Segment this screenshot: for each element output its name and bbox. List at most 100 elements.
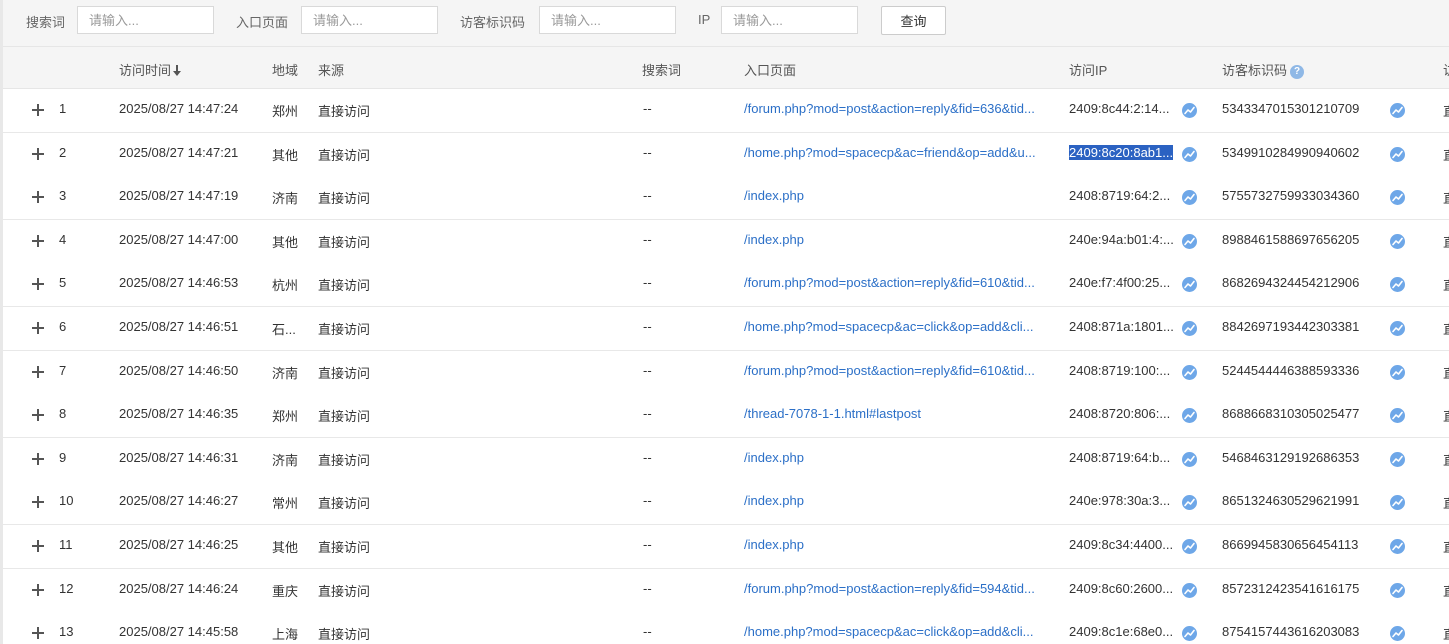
row-index: 11 [59,537,73,552]
trend-chart-icon[interactable] [1182,190,1197,205]
visit-time: 2025/08/27 14:46:35 [119,406,239,421]
entry-page-link[interactable]: /forum.php?mod=post&action=reply&fid=594… [744,581,1035,596]
visit-time: 2025/08/27 14:46:31 [119,450,239,465]
visitor-id: 8651324630529621991 [1222,493,1360,508]
region: 上海 [272,627,299,642]
entry-page-link[interactable]: /index.php [744,188,804,203]
visitor-id-input[interactable] [539,6,676,34]
visit-ip[interactable]: 2409:8c34:4400... [1069,537,1173,552]
trend-chart-icon[interactable] [1182,408,1197,423]
visit-ip[interactable]: 240e:94a:b01:4:... [1069,232,1174,247]
column-header-time[interactable]: 访问时间 [119,60,182,79]
query-button[interactable]: 查询 [881,6,946,35]
plus-icon[interactable] [32,496,44,508]
visit-time: 2025/08/27 14:47:00 [119,232,239,247]
edge-column-text: 直 [1443,275,1449,294]
row-index: 10 [59,493,74,508]
trend-chart-icon[interactable] [1182,583,1197,598]
trend-chart-icon[interactable] [1182,321,1197,336]
trend-chart-icon[interactable] [1390,103,1405,118]
visit-ip[interactable]: 2408:8720:806:... [1069,406,1170,421]
trend-chart-icon[interactable] [1390,365,1405,380]
region: 郑州 [272,409,299,424]
trend-chart-icon[interactable] [1182,234,1197,249]
plus-icon[interactable] [32,540,44,552]
trend-chart-icon[interactable] [1390,408,1405,423]
source: 直接访问 [318,496,371,511]
row-index: 3 [59,188,67,203]
entry-page-link[interactable]: /index.php [744,537,804,552]
trend-chart-icon[interactable] [1182,539,1197,554]
trend-chart-icon[interactable] [1182,452,1197,467]
visit-ip[interactable]: 2408:8719:64:b... [1069,450,1170,465]
ip-input[interactable] [721,6,858,34]
trend-chart-icon[interactable] [1390,147,1405,162]
trend-chart-icon[interactable] [1390,495,1405,510]
source: 直接访问 [318,453,371,468]
trend-chart-icon[interactable] [1390,321,1405,336]
trend-chart-icon[interactable] [1182,147,1197,162]
visit-ip[interactable]: 240e:f7:4f00:25... [1069,275,1170,290]
plus-icon[interactable] [32,191,44,203]
trend-chart-icon[interactable] [1390,539,1405,554]
entry-page-link[interactable]: /index.php [744,232,804,247]
visit-ip[interactable]: 2409:8c60:2600... [1069,581,1173,596]
trend-chart-icon[interactable] [1182,103,1197,118]
entry-page-link[interactable]: /index.php [744,493,804,508]
plus-icon[interactable] [32,235,44,247]
plus-icon[interactable] [32,322,44,334]
trend-chart-icon[interactable] [1182,495,1197,510]
entry-page-link[interactable]: /home.php?mod=spacecp&ac=click&op=add&cl… [744,624,1033,639]
plus-icon[interactable] [32,366,44,378]
visit-ip[interactable]: 240e:978:30a:3... [1069,493,1170,508]
question-circle-icon[interactable]: ? [1290,65,1305,79]
table-row: 7 2025/08/27 14:46:50 济南 直接访问 -- /forum.php?m… [3,351,1449,395]
trend-chart-icon[interactable] [1390,583,1405,598]
edge-column-text: 直 [1443,363,1449,382]
entry-page-link[interactable]: /forum.php?mod=post&action=reply&fid=610… [744,275,1035,290]
visit-ip[interactable]: 2409:8c1e:68e0... [1069,624,1173,639]
source: 直接访问 [318,409,371,424]
entry-page-link[interactable]: /thread-7078-1-1.html#lastpost [744,406,921,421]
entry-page-link[interactable]: /home.php?mod=spacecp&ac=friend&op=add&u… [744,145,1036,160]
keyword: -- [643,319,652,334]
trend-chart-icon[interactable] [1390,452,1405,467]
trend-chart-icon[interactable] [1390,190,1405,205]
entry-page-link[interactable]: /home.php?mod=spacecp&ac=click&op=add&cl… [744,319,1033,334]
trend-chart-icon[interactable] [1390,234,1405,249]
plus-icon[interactable] [32,148,44,160]
visitor-id: 5343347015301210709 [1222,101,1360,116]
plus-icon[interactable] [32,104,44,116]
source: 直接访问 [318,148,371,163]
plus-icon[interactable] [32,627,44,639]
entry-page-input[interactable] [301,6,438,34]
trend-chart-icon[interactable] [1182,277,1197,292]
plus-icon[interactable] [32,278,44,290]
visit-ip[interactable]: 2409:8c20:8ab1... [1069,145,1174,160]
visit-time: 2025/08/27 14:46:53 [119,275,239,290]
region: 杭州 [272,278,299,293]
visit-ip[interactable]: 2409:8c44:2:14... [1069,101,1169,116]
entry-page-link[interactable]: /index.php [744,450,804,465]
visit-ip[interactable]: 2408:871a:1801... [1069,319,1174,334]
source: 直接访问 [318,278,371,293]
edge-column-text: 直 [1443,450,1449,469]
plus-icon[interactable] [32,453,44,465]
edge-column-text: 直 [1443,624,1449,643]
visit-time: 2025/08/27 14:46:50 [119,363,239,378]
entry-page-link[interactable]: /forum.php?mod=post&action=reply&fid=636… [744,101,1035,116]
visitor-id: 5468463129192686353 [1222,450,1360,465]
table-row: 5 2025/08/27 14:46:53 杭州 直接访问 -- /forum.php?m… [3,263,1449,307]
visit-time: 2025/08/27 14:45:58 [119,624,239,639]
plus-icon[interactable] [32,409,44,421]
arrow-down-icon [172,64,182,79]
plus-icon[interactable] [32,584,44,596]
visit-ip[interactable]: 2408:8719:64:2... [1069,188,1170,203]
trend-chart-icon[interactable] [1182,365,1197,380]
trend-chart-icon[interactable] [1390,626,1405,641]
entry-page-link[interactable]: /forum.php?mod=post&action=reply&fid=610… [744,363,1035,378]
search-keyword-input[interactable] [77,6,214,34]
visit-ip[interactable]: 2408:8719:100:... [1069,363,1170,378]
trend-chart-icon[interactable] [1182,626,1197,641]
trend-chart-icon[interactable] [1390,277,1405,292]
